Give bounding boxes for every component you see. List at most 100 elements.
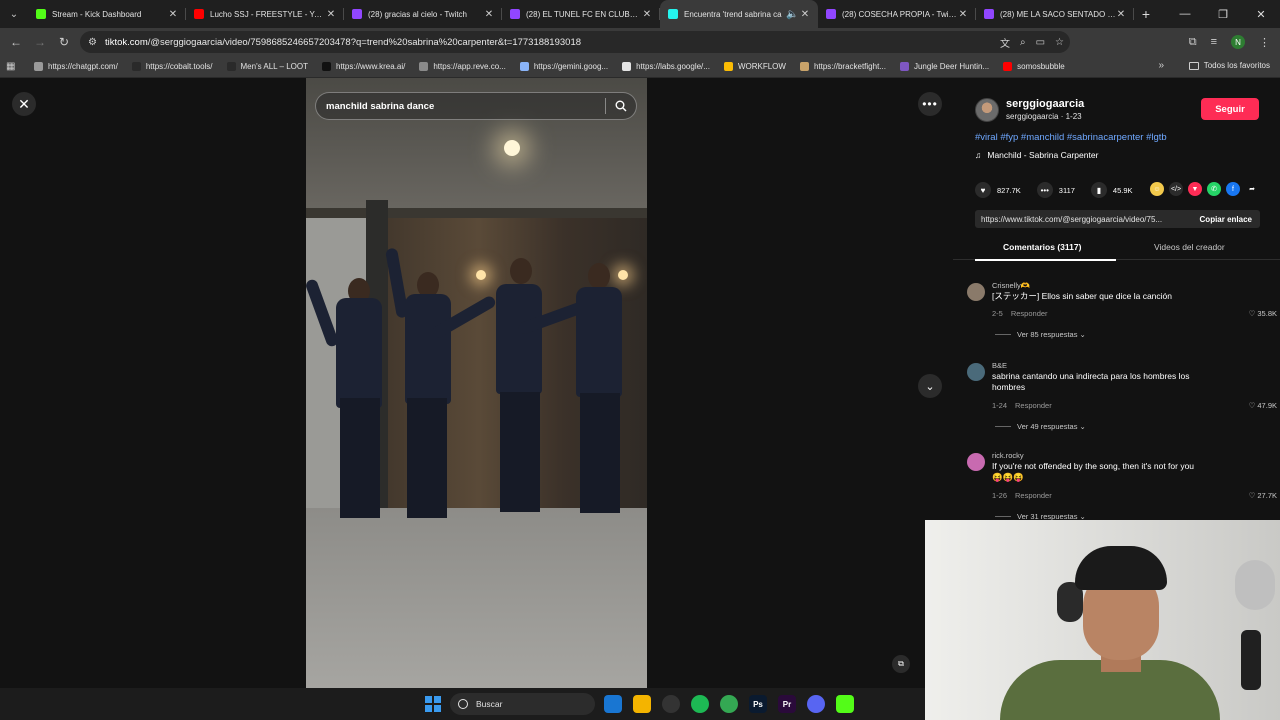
creator-avatar[interactable]: [975, 98, 999, 122]
close-tab-icon[interactable]: ✕: [800, 9, 810, 20]
browser-tab[interactable]: Stream - Kick Dashboard ✕: [28, 0, 186, 28]
address-bar[interactable]: ⚙ tiktok.com/@serggiogaarcia/video/75986…: [80, 31, 1070, 53]
share-arrow-icon[interactable]: ➦: [1245, 182, 1259, 196]
apps-grid-icon[interactable]: ▦: [6, 61, 24, 72]
back-icon[interactable]: ←: [4, 30, 28, 54]
search-icon[interactable]: [606, 100, 636, 112]
browser-tab[interactable]: (28) EL TUNEL FC EN CLUBES P ✕: [502, 0, 660, 28]
reply-button[interactable]: Responder: [1015, 491, 1052, 500]
reply-button[interactable]: Responder: [1015, 401, 1052, 410]
browser-tab[interactable]: Lucho SSJ - FREESTYLE - YouTube✕: [186, 0, 344, 28]
bookmark-item[interactable]: https://bracketfight...: [799, 62, 886, 71]
tab-search-icon[interactable]: ⌄: [0, 0, 28, 28]
bookmark-item[interactable]: https://cobalt.tools/: [131, 62, 213, 71]
embed-icon[interactable]: </>: [1169, 182, 1183, 196]
video-player[interactable]: manchild sabrina dance: [306, 78, 647, 688]
tab-title: (28) gracias al cielo - Twitch: [368, 9, 467, 19]
bookmark-item[interactable]: https://labs.google/...: [622, 62, 710, 71]
bookmark-item[interactable]: https://gemini.goog...: [519, 62, 608, 71]
heart-icon[interactable]: ♥: [975, 182, 991, 198]
send-icon[interactable]: ▼: [1188, 182, 1202, 196]
commenter-avatar[interactable]: [967, 363, 985, 381]
browser-tab[interactable]: (28) ME LA SACO SENTADO - T ✕: [976, 0, 1134, 28]
browser-tab[interactable]: (28) gracias al cielo - Twitch ✕: [344, 0, 502, 28]
chrome-icon[interactable]: [720, 695, 738, 713]
coin-icon[interactable]: ☺: [1150, 182, 1164, 196]
restore-icon[interactable]: ❐: [1204, 0, 1242, 28]
more-options-icon[interactable]: •••: [918, 92, 942, 116]
forward-icon[interactable]: →: [28, 30, 52, 54]
reply-button[interactable]: Responder: [1011, 309, 1048, 318]
close-video-button[interactable]: ✕: [12, 92, 36, 116]
bookmark-item[interactable]: WORKFLOW: [723, 62, 786, 71]
all-bookmarks[interactable]: Todos los favoritos: [1188, 61, 1270, 70]
browser-tab[interactable]: (28) COSECHA PROPIA - Twitch ✕: [818, 0, 976, 28]
bookmark-label: https://www.krea.ai/: [336, 62, 406, 71]
comment-like[interactable]: ♡ 47.9K: [1249, 401, 1277, 410]
next-video-icon[interactable]: ⌄: [918, 374, 942, 398]
reload-icon[interactable]: ↻: [52, 30, 76, 54]
video-search-input[interactable]: manchild sabrina dance: [326, 101, 605, 112]
close-tab-icon[interactable]: ✕: [642, 9, 652, 20]
menu-icon[interactable]: ⋮: [1259, 36, 1270, 49]
site-info-icon[interactable]: ⚙: [88, 37, 97, 48]
tab-creator-videos[interactable]: Videos del creador: [1154, 242, 1225, 252]
view-replies-button[interactable]: Ver 49 respuestas ⌄: [995, 422, 1086, 431]
video-hashtags[interactable]: #viral #fyp #manchild #sabrinacarpenter …: [975, 132, 1167, 143]
share-link-text[interactable]: https://www.tiktok.com/@serggiogaarcia/v…: [975, 215, 1192, 224]
close-window-icon[interactable]: ✕: [1242, 0, 1280, 28]
spotify-icon[interactable]: [691, 695, 709, 713]
close-tab-icon[interactable]: ✕: [1116, 9, 1126, 20]
tab-comments[interactable]: Comentarios (3117): [1003, 242, 1081, 252]
bookmark-item[interactable]: https://chatgpt.com/: [34, 62, 118, 71]
media-icon[interactable]: ≡: [1211, 36, 1217, 48]
photoshop-icon[interactable]: Ps: [749, 695, 767, 713]
bookmark-star-icon[interactable]: ☆: [1055, 37, 1064, 48]
follow-button[interactable]: Seguir: [1201, 98, 1259, 120]
start-icon[interactable]: [425, 696, 441, 712]
comment-like[interactable]: ♡ 35.8K: [1249, 309, 1277, 318]
new-tab-button[interactable]: +: [1134, 0, 1158, 28]
profile-avatar[interactable]: N: [1231, 35, 1245, 49]
facebook-icon[interactable]: f: [1226, 182, 1240, 196]
view-replies-button[interactable]: Ver 85 respuestas ⌄: [995, 330, 1086, 339]
commenter-name[interactable]: Crisnelly🫶: [992, 281, 1030, 290]
explorer-icon[interactable]: [633, 695, 651, 713]
commenter-name[interactable]: B&E: [992, 361, 1007, 370]
kick-icon[interactable]: [836, 695, 854, 713]
pip-icon[interactable]: ⧉: [892, 655, 910, 673]
bookmark-item[interactable]: https://app.reve.co...: [419, 62, 506, 71]
commenter-avatar[interactable]: [967, 453, 985, 471]
commenter-avatar[interactable]: [967, 283, 985, 301]
music-link[interactable]: ♫ Manchild - Sabrina Carpenter: [975, 150, 1098, 160]
copy-link-button[interactable]: Copiar enlace: [1192, 215, 1260, 224]
commenter-name[interactable]: rick.rocky: [992, 451, 1024, 460]
bookmark-item[interactable]: Men's ALL – LOOT: [226, 62, 308, 71]
discord-icon[interactable]: [807, 695, 825, 713]
bookmarks-overflow-icon[interactable]: »: [1158, 60, 1164, 71]
close-tab-icon[interactable]: ✕: [958, 9, 968, 20]
audio-icon[interactable]: 🔈: [786, 9, 798, 20]
creator-username[interactable]: serggiogaarcia: [1006, 98, 1084, 110]
comment-icon[interactable]: •••: [1036, 182, 1053, 198]
premiere-icon[interactable]: Pr: [778, 695, 796, 713]
extensions-icon[interactable]: ⧉: [1189, 36, 1197, 49]
bookmark-item[interactable]: Jungle Deer Huntin...: [899, 62, 989, 71]
close-tab-icon[interactable]: ✕: [326, 9, 336, 20]
close-tab-icon[interactable]: ✕: [168, 9, 178, 20]
zoom-icon[interactable]: ⌕: [1020, 37, 1026, 48]
whatsapp-icon[interactable]: ✆: [1207, 182, 1221, 196]
video-search-bar[interactable]: manchild sabrina dance: [315, 92, 637, 120]
browser-tab[interactable]: Encuentra 'trend sabrina ca 🔈 ✕: [660, 0, 818, 28]
bookmark-item[interactable]: somosbubble: [1003, 62, 1065, 71]
outlook-icon[interactable]: [604, 695, 622, 713]
minimize-icon[interactable]: —: [1166, 0, 1204, 28]
translate-icon[interactable]: 文: [1000, 35, 1010, 50]
close-tab-icon[interactable]: ✕: [484, 9, 494, 20]
comment-like[interactable]: ♡ 27.7K: [1249, 491, 1277, 500]
taskbar-search[interactable]: Buscar: [450, 693, 595, 715]
github-icon[interactable]: [662, 695, 680, 713]
bookmark-item[interactable]: https://www.krea.ai/: [322, 62, 405, 71]
cast-icon[interactable]: ▭: [1036, 37, 1045, 48]
bookmark-icon[interactable]: ▮: [1090, 182, 1107, 198]
